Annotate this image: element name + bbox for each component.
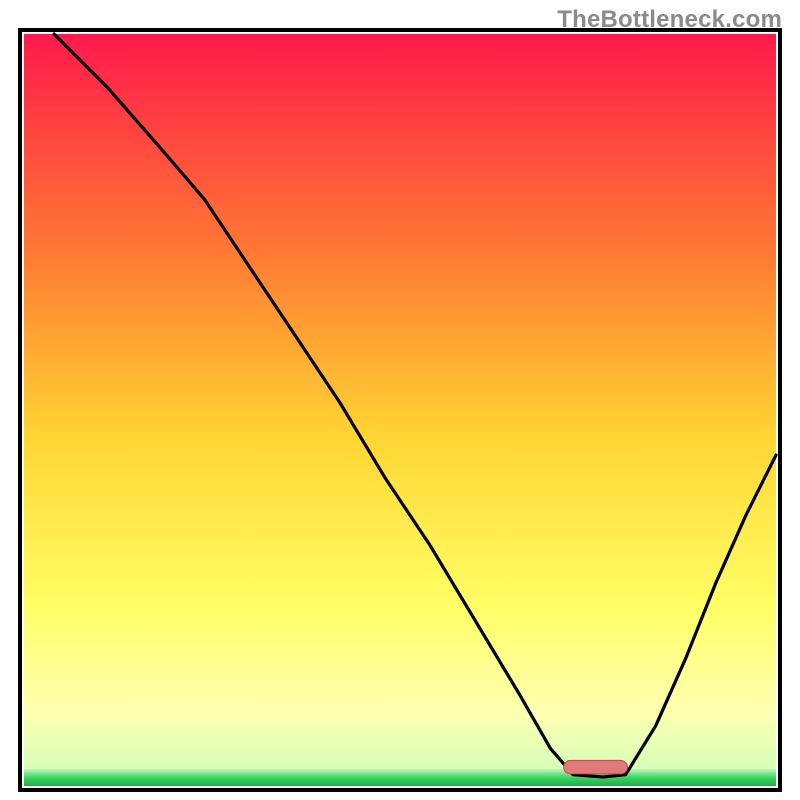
bottleneck-chart xyxy=(0,0,800,800)
gradient-background xyxy=(24,34,776,769)
optimal-marker xyxy=(564,760,628,774)
optimal-green-strip xyxy=(24,769,776,786)
watermark-text: TheBottleneck.com xyxy=(557,6,782,34)
chart-stage: TheBottleneck.com xyxy=(0,0,800,800)
